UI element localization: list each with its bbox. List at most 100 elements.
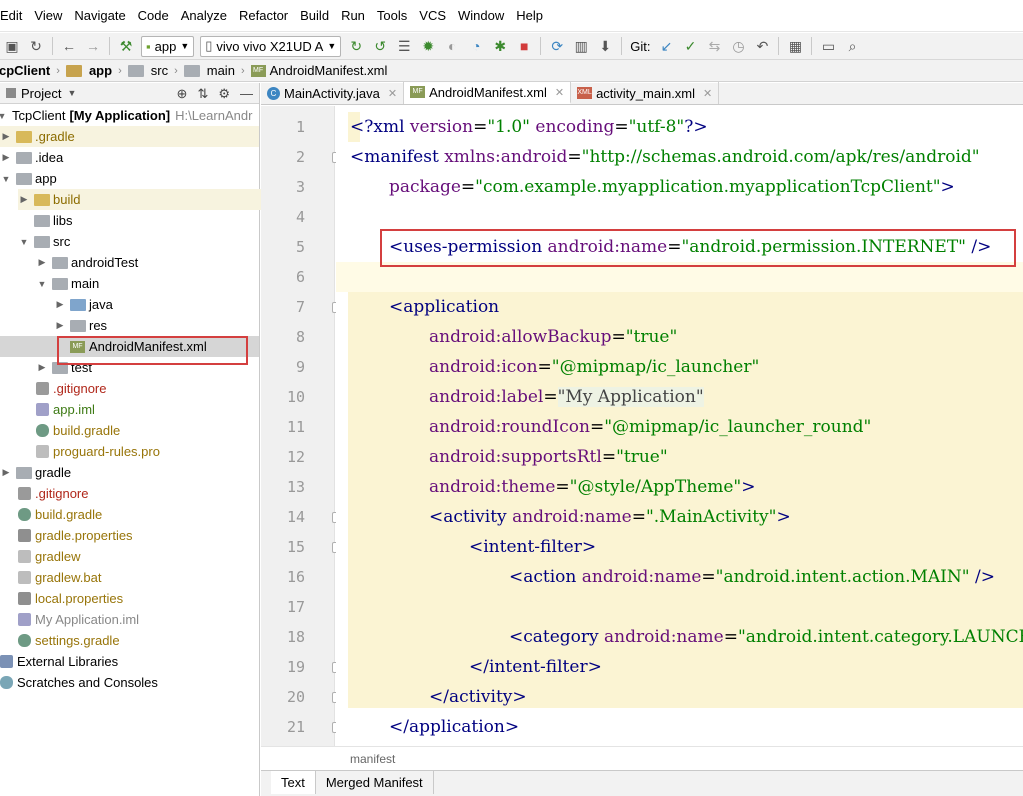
chevron-right-icon[interactable]: ▶ [36, 362, 48, 373]
module-combo[interactable]: ▪ app ▼ [141, 35, 195, 57]
chevron-right-icon[interactable]: ▶ [18, 194, 30, 205]
chevron-down-icon[interactable]: ▼ [0, 111, 8, 121]
menu-code[interactable]: Code [132, 0, 175, 31]
tab-merged-manifest[interactable]: Merged Manifest [316, 771, 434, 794]
avd-manager-icon[interactable]: ▥ [571, 36, 591, 56]
save-icon[interactable]: ▣ [2, 36, 22, 56]
terminal-icon[interactable]: ▭ [818, 36, 838, 56]
breadcrumb-main[interactable]: main [178, 60, 241, 81]
forward-icon[interactable]: → [83, 36, 103, 56]
git-update-icon[interactable]: ↙ [656, 36, 676, 56]
tree-item-my-application-iml[interactable]: My Application.iml [18, 609, 277, 630]
tab-mainactivity[interactable]: C MainActivity.java ✕ [261, 82, 405, 104]
menu-analyze[interactable]: Analyze [175, 0, 233, 31]
git-compare-icon[interactable]: ⇆ [704, 36, 724, 56]
sdk-manager-icon[interactable]: ⬇ [595, 36, 615, 56]
tree-item-libs[interactable]: libs [18, 210, 277, 231]
tree-item-src[interactable]: ▼ src [18, 231, 277, 252]
tree-item-proguard[interactable]: proguard-rules.pro [36, 441, 295, 462]
chevron-right-icon[interactable]: ▶ [0, 152, 12, 163]
coverage-icon[interactable]: ◐ [442, 36, 462, 56]
code-editor[interactable]: <?xml version="1.0" encoding="utf-8"?> <… [336, 106, 1023, 746]
project-structure-icon[interactable]: ▦ [785, 36, 805, 56]
profile-icon[interactable]: ◔ [466, 36, 486, 56]
tab-activity-main[interactable]: XML activity_main.xml ✕ [571, 82, 720, 104]
close-icon[interactable]: ✕ [555, 86, 564, 99]
folder-icon [16, 466, 32, 479]
folder-icon [34, 214, 50, 227]
tree-item-external-libraries[interactable]: External Libraries [0, 651, 259, 672]
chevron-right-icon[interactable]: ▶ [54, 320, 66, 331]
tree-item-build[interactable]: ▶ build [18, 189, 277, 210]
tree-item-gradle-folder[interactable]: ▶ .gradle [0, 126, 259, 147]
git-commit-icon[interactable]: ✓ [680, 36, 700, 56]
chevron-down-icon[interactable]: ▼ [67, 88, 76, 98]
tab-text[interactable]: Text [271, 771, 316, 794]
menu-help[interactable]: Help [510, 0, 549, 31]
close-icon[interactable]: ✕ [703, 87, 712, 100]
tree-item-app-build-gradle[interactable]: build.gradle [36, 420, 295, 441]
tree-item-settings-gradle[interactable]: settings.gradle [18, 630, 277, 651]
collapse-all-icon[interactable]: ⇅ [197, 83, 208, 104]
tree-root[interactable]: ▼ TcpClient [My Application] H:\LearnAnd… [0, 105, 255, 126]
sync-icon[interactable]: ↻ [26, 36, 46, 56]
menu-navigate[interactable]: Navigate [68, 0, 131, 31]
breadcrumb-file[interactable]: MF AndroidManifest.xml [245, 60, 394, 81]
back-icon[interactable]: ← [59, 36, 79, 56]
chevron-down-icon[interactable]: ▼ [18, 237, 30, 247]
chevron-right-icon[interactable]: ▶ [0, 467, 12, 478]
breadcrumb-src[interactable]: src [122, 60, 174, 81]
chevron-right-icon[interactable]: ▶ [0, 131, 12, 142]
editor-breadcrumb-item[interactable]: manifest [350, 752, 395, 766]
tree-item-gradlew-bat[interactable]: gradlew.bat [18, 567, 277, 588]
tree-item-local-properties[interactable]: local.properties [18, 588, 277, 609]
breadcrumb-app[interactable]: app [60, 60, 118, 81]
tree-item-app[interactable]: ▼ app [0, 168, 259, 189]
stop-icon[interactable]: ■ [514, 36, 534, 56]
settings-gear-icon[interactable]: ⚙ [218, 83, 230, 104]
layout-icon[interactable]: ☰ [394, 36, 414, 56]
tree-item-app-gitignore[interactable]: .gitignore [36, 378, 295, 399]
attach-debugger-icon[interactable]: ✱ [490, 36, 510, 56]
chevron-right-icon[interactable]: ▶ [36, 257, 48, 268]
tree-item-androidtest[interactable]: ▶ androidTest [36, 252, 295, 273]
token: android:roundIcon [429, 417, 590, 437]
apply-changes-icon[interactable]: ↻ [346, 36, 366, 56]
git-rollback-icon[interactable]: ↶ [752, 36, 772, 56]
tab-androidmanifest[interactable]: MF AndroidManifest.xml ✕ [404, 82, 572, 104]
tree-item-gradle-properties[interactable]: gradle.properties [18, 525, 277, 546]
gradle-sync-icon[interactable]: ⟳ [547, 36, 567, 56]
search-icon[interactable]: ⌕ [842, 36, 862, 56]
menu-view[interactable]: View [28, 0, 68, 31]
tree-item-app-iml[interactable]: app.iml [36, 399, 295, 420]
chevron-right-icon[interactable]: ▶ [54, 299, 66, 310]
code-line-11: android:roundIcon="@mipmap/ic_launcher_r… [429, 412, 871, 442]
device-combo[interactable]: ▯ vivo vivo X21UD A ▼ [200, 35, 342, 57]
debug-icon[interactable]: ✹ [418, 36, 438, 56]
locate-file-icon[interactable]: ⊕ [177, 83, 188, 104]
token: <category [509, 627, 605, 647]
menu-edit[interactable]: Edit [0, 0, 28, 31]
tree-item-scratches[interactable]: Scratches and Consoles [0, 672, 259, 693]
close-icon[interactable]: ✕ [388, 87, 397, 100]
menu-vcs[interactable]: VCS [413, 0, 452, 31]
tree-item-main[interactable]: ▼ main [36, 273, 295, 294]
apply-code-changes-icon[interactable]: ↺ [370, 36, 390, 56]
tree-item-root-build-gradle[interactable]: build.gradle [18, 504, 277, 525]
menu-tools[interactable]: Tools [371, 0, 413, 31]
breadcrumb-project[interactable]: TcpClient [0, 60, 56, 81]
chevron-down-icon[interactable]: ▼ [0, 174, 12, 184]
menu-build[interactable]: Build [294, 0, 335, 31]
tree-item-gradlew[interactable]: gradlew [18, 546, 277, 567]
chevron-down-icon[interactable]: ▼ [36, 279, 48, 289]
menu-refactor[interactable]: Refactor [233, 0, 294, 31]
tree-item-gradle[interactable]: ▶ gradle [0, 462, 259, 483]
project-view-selector[interactable]: Project [21, 86, 61, 101]
hide-panel-icon[interactable]: — [240, 83, 253, 104]
menu-window[interactable]: Window [452, 0, 510, 31]
make-project-icon[interactable]: ⚒ [116, 36, 136, 56]
menu-run[interactable]: Run [335, 0, 371, 31]
git-history-icon[interactable]: ◷ [728, 36, 748, 56]
tree-item-idea[interactable]: ▶ .idea [0, 147, 259, 168]
tree-item-root-gitignore[interactable]: .gitignore [18, 483, 277, 504]
